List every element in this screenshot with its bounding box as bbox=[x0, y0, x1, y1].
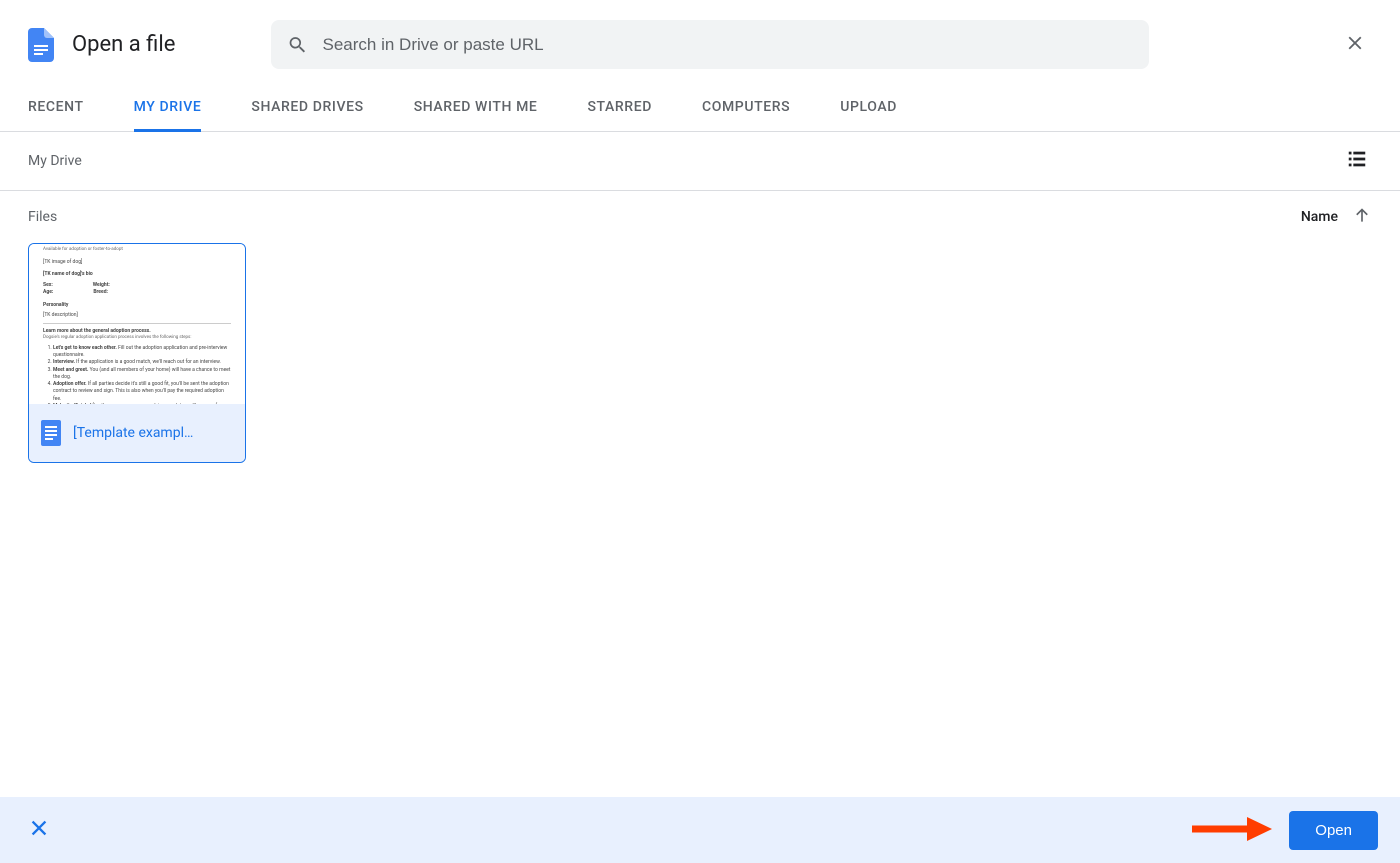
close-button[interactable] bbox=[1338, 26, 1372, 64]
file-card-footer: [Template exampl… bbox=[29, 404, 245, 462]
thumb-text: Let's get to know each other. Let's get … bbox=[43, 345, 231, 404]
tab-my-drive[interactable]: MY DRIVE bbox=[134, 99, 202, 132]
list-view-icon bbox=[1346, 148, 1368, 170]
tabs-bar: RECENT MY DRIVE SHARED DRIVES SHARED WIT… bbox=[0, 99, 1400, 132]
sort-control[interactable]: Name bbox=[1301, 205, 1372, 229]
breadcrumb[interactable]: My Drive bbox=[28, 153, 82, 169]
thumb-text: Sex: Weight: bbox=[43, 282, 231, 289]
thumb-text: Age: Breed: bbox=[43, 289, 231, 296]
thumb-text: Personality bbox=[43, 302, 231, 309]
thumb-text: [TK name of dog]'s bio bbox=[43, 271, 231, 278]
docs-icon bbox=[28, 28, 54, 62]
arrow-up-icon bbox=[1352, 205, 1372, 225]
sort-direction-button[interactable] bbox=[1352, 205, 1372, 229]
close-icon bbox=[1344, 32, 1366, 54]
file-name: [Template exampl… bbox=[73, 425, 193, 441]
thumb-text: [TK description] bbox=[43, 312, 231, 319]
files-section-label: Files bbox=[28, 209, 57, 225]
files-header-row: Files Name bbox=[0, 191, 1400, 239]
dialog-title: Open a file bbox=[72, 32, 175, 57]
file-card[interactable]: Available for adoption or foster-to-adop… bbox=[28, 243, 246, 463]
search-box[interactable] bbox=[271, 20, 1149, 69]
tab-starred[interactable]: STARRED bbox=[587, 99, 652, 132]
tab-upload[interactable]: UPLOAD bbox=[840, 99, 897, 132]
thumb-text: [TK image of dog] bbox=[43, 259, 231, 266]
location-row: My Drive bbox=[0, 132, 1400, 191]
files-grid: Available for adoption or foster-to-adop… bbox=[0, 239, 1400, 467]
bottom-action-bar: Open bbox=[0, 797, 1400, 863]
tab-recent[interactable]: RECENT bbox=[28, 99, 84, 132]
close-icon bbox=[28, 817, 50, 839]
list-view-button[interactable] bbox=[1342, 144, 1372, 178]
tab-computers[interactable]: COMPUTERS bbox=[702, 99, 790, 132]
search-input[interactable] bbox=[323, 35, 1134, 55]
doc-icon bbox=[41, 420, 61, 446]
search-icon bbox=[287, 34, 308, 56]
file-thumbnail: Available for adoption or foster-to-adop… bbox=[29, 244, 245, 404]
open-button[interactable]: Open bbox=[1289, 811, 1378, 850]
sort-by-label: Name bbox=[1301, 209, 1338, 225]
cancel-button[interactable] bbox=[22, 811, 56, 849]
tab-shared-drives[interactable]: SHARED DRIVES bbox=[251, 99, 363, 132]
dialog-header: Open a file bbox=[0, 0, 1400, 81]
tab-shared-with-me[interactable]: SHARED WITH ME bbox=[414, 99, 538, 132]
